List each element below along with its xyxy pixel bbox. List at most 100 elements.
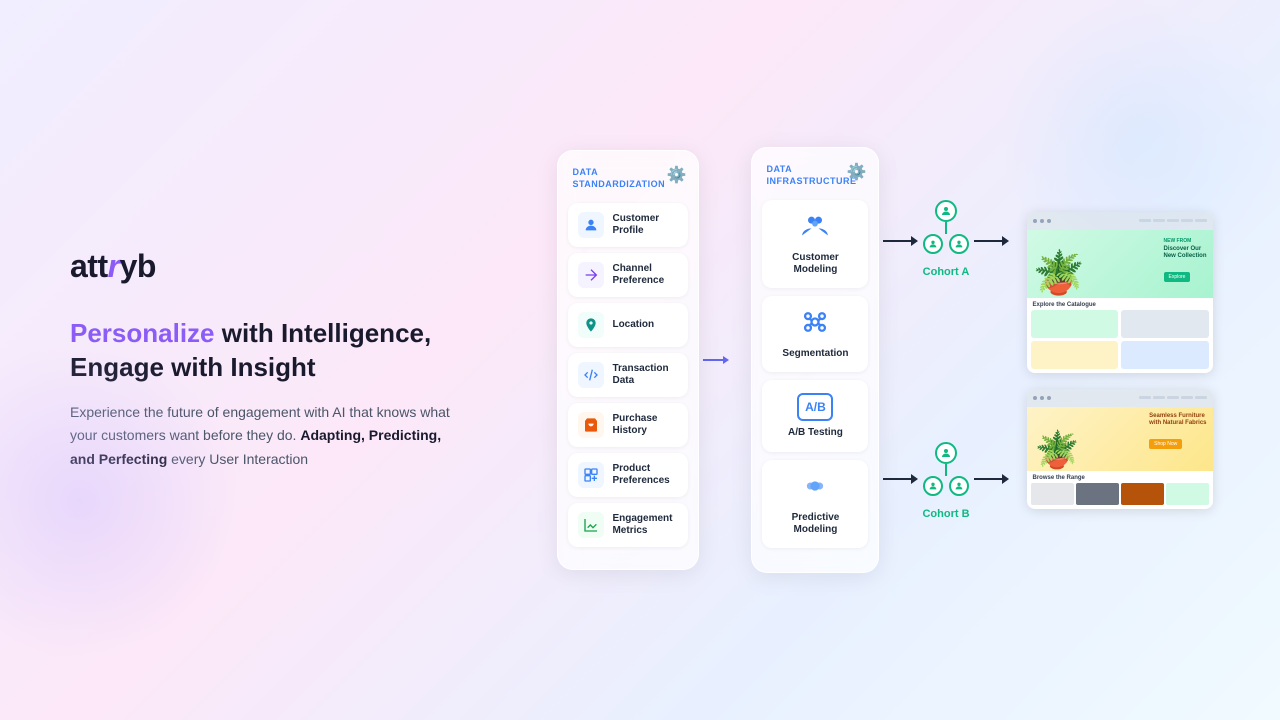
item-segmentation: Segmentation [762, 296, 868, 372]
preview-a-grid-2 [1121, 310, 1209, 338]
channel-preference-icon [578, 262, 604, 288]
channel-preference-label: ChannelPreference [612, 263, 664, 287]
preview-b-item-1 [1031, 483, 1074, 505]
cohort-a-top-node [935, 200, 957, 222]
preview-a-grid-3 [1031, 341, 1119, 369]
infra-cohort-connectors [883, 200, 918, 520]
transaction-icon [578, 362, 604, 388]
std-to-infra-arrow [703, 356, 729, 364]
logo-r: r [108, 248, 120, 284]
item-customer-modeling: CustomerModeling [762, 200, 868, 288]
arrow-preview-b [974, 474, 1009, 484]
item-channel-preference: ChannelPreference [568, 253, 688, 297]
engagement-icon [578, 512, 604, 538]
predictive-modeling-label: PredictiveModeling [792, 512, 840, 536]
preview-b-hero: 🪴 Seamless Furniturewith Natural Fabrics… [1027, 407, 1213, 471]
cohort-preview-connectors [974, 200, 1009, 520]
preview-b-nav-dot-2 [1153, 396, 1165, 399]
preview-b-item-2 [1076, 483, 1119, 505]
preview-b-dot-1 [1033, 396, 1037, 400]
standardization-panel: ⚙️ DATA STANDARDIZATION CustomerProfile … [557, 150, 699, 569]
segmentation-icon [801, 308, 829, 342]
preview-b-headline: Seamless Furniturewith Natural Fabrics [1149, 413, 1206, 429]
item-purchase-history: PurchaseHistory [568, 403, 688, 447]
cohort-b-bottom [923, 476, 969, 496]
preview-a-grid-4 [1121, 341, 1209, 369]
item-product-preferences: ProductPreferences [568, 453, 688, 497]
cohort-b-group: Cohort B [922, 442, 969, 520]
ab-testing-label: A/B Testing [788, 427, 843, 439]
product-pref-icon [578, 462, 604, 488]
cohort-b-tree [923, 442, 969, 496]
engagement-label: EngagementMetrics [612, 513, 672, 537]
arrow-head-pb [1002, 474, 1009, 484]
item-customer-profile: CustomerProfile [568, 203, 688, 247]
item-transaction-data: TransactionData [568, 353, 688, 397]
logo-yb: yb [120, 248, 156, 284]
cohort-a-node-2 [949, 234, 969, 254]
cohort-b-node-1 [923, 476, 943, 496]
item-location: Location [568, 303, 688, 347]
ab-testing-icon: A/B [797, 393, 833, 421]
gear-icon-infra: ⚙️ [847, 162, 867, 182]
arrow-head-b [911, 474, 918, 484]
cohort-a-node-1 [923, 234, 943, 254]
preview-b-btn[interactable]: Shop Now [1149, 439, 1182, 449]
preview-card-a: 🪴 NEW FROM Discover OurNew Collection Ex… [1027, 212, 1213, 373]
cohort-b-label: Cohort B [922, 508, 969, 520]
preview-a-text-block: NEW FROM Discover OurNew Collection Expl… [1164, 238, 1207, 284]
preview-a-btn[interactable]: Explore [1164, 272, 1191, 282]
arrow-head-a [911, 236, 918, 246]
preview-a-plant: 🪴 [1033, 249, 1085, 298]
location-label: Location [612, 319, 654, 331]
preview-a-section: Explore the Catalogue [1027, 298, 1213, 310]
customer-profile-icon [578, 212, 604, 238]
cohort-a-tree [923, 200, 969, 254]
arrow-line-pb [974, 478, 1002, 480]
preview-b-nav-dot-5 [1195, 396, 1207, 399]
preview-a-grid-1 [1031, 310, 1119, 338]
logo: attryb [70, 248, 480, 285]
preview-b-plant: 🪴 [1035, 429, 1080, 471]
preview-b-item-3 [1121, 483, 1164, 505]
arrow-line-a [883, 240, 911, 242]
cohort-a-bottom [923, 234, 969, 254]
preview-section: 🪴 NEW FROM Discover OurNew Collection Ex… [1027, 212, 1213, 509]
purchase-label: PurchaseHistory [612, 413, 657, 437]
arrow-line-pa [974, 240, 1002, 242]
arrow-cohort-b [883, 474, 918, 484]
transaction-label: TransactionData [612, 363, 668, 387]
preview-b-nav-dot-1 [1139, 396, 1151, 399]
arrow-cohort-a [883, 236, 918, 246]
cohort-a-group: Cohort A [923, 200, 970, 278]
preview-a-hero: 🪴 NEW FROM Discover OurNew Collection Ex… [1027, 230, 1213, 298]
item-predictive-modeling: PredictiveModeling [762, 460, 868, 548]
gear-icon-std: ⚙️ [667, 165, 687, 185]
customer-modeling-label: CustomerModeling [792, 252, 839, 276]
preview-b-nav [1054, 396, 1207, 399]
item-ab-testing: A/B A/B Testing [762, 380, 868, 452]
purchase-icon [578, 412, 604, 438]
arrow-preview-a [974, 236, 1009, 246]
preview-card-b: 🪴 Seamless Furniturewith Natural Fabrics… [1027, 389, 1213, 509]
customer-profile-label: CustomerProfile [612, 213, 659, 237]
preview-b-nav-dot-3 [1167, 396, 1179, 399]
cohort-b-line [945, 464, 947, 476]
arrow-line-b [883, 478, 911, 480]
product-pref-label: ProductPreferences [612, 463, 669, 487]
cohort-b-top-node [935, 442, 957, 464]
item-engagement-metrics: EngagementMetrics [568, 503, 688, 547]
preview-a-grid [1027, 310, 1213, 373]
preview-a-headline: Discover OurNew Collection [1164, 246, 1207, 262]
infrastructure-panel: ⚙️ DATA INFRASTRUCTURE CustomerModeling … [751, 147, 879, 572]
page-container: attryb Personalize with Intelligence,Eng… [0, 0, 1280, 720]
preview-b-grid [1027, 483, 1213, 509]
preview-b-header [1027, 389, 1213, 407]
segmentation-label: Segmentation [782, 348, 848, 360]
cohort-b-node-2 [949, 476, 969, 496]
preview-b-nav-dot-4 [1181, 396, 1193, 399]
arrow-head [723, 356, 729, 364]
preview-a-tag: NEW FROM [1164, 238, 1207, 244]
arrow-line [703, 359, 723, 361]
logo-att: att [70, 248, 108, 284]
